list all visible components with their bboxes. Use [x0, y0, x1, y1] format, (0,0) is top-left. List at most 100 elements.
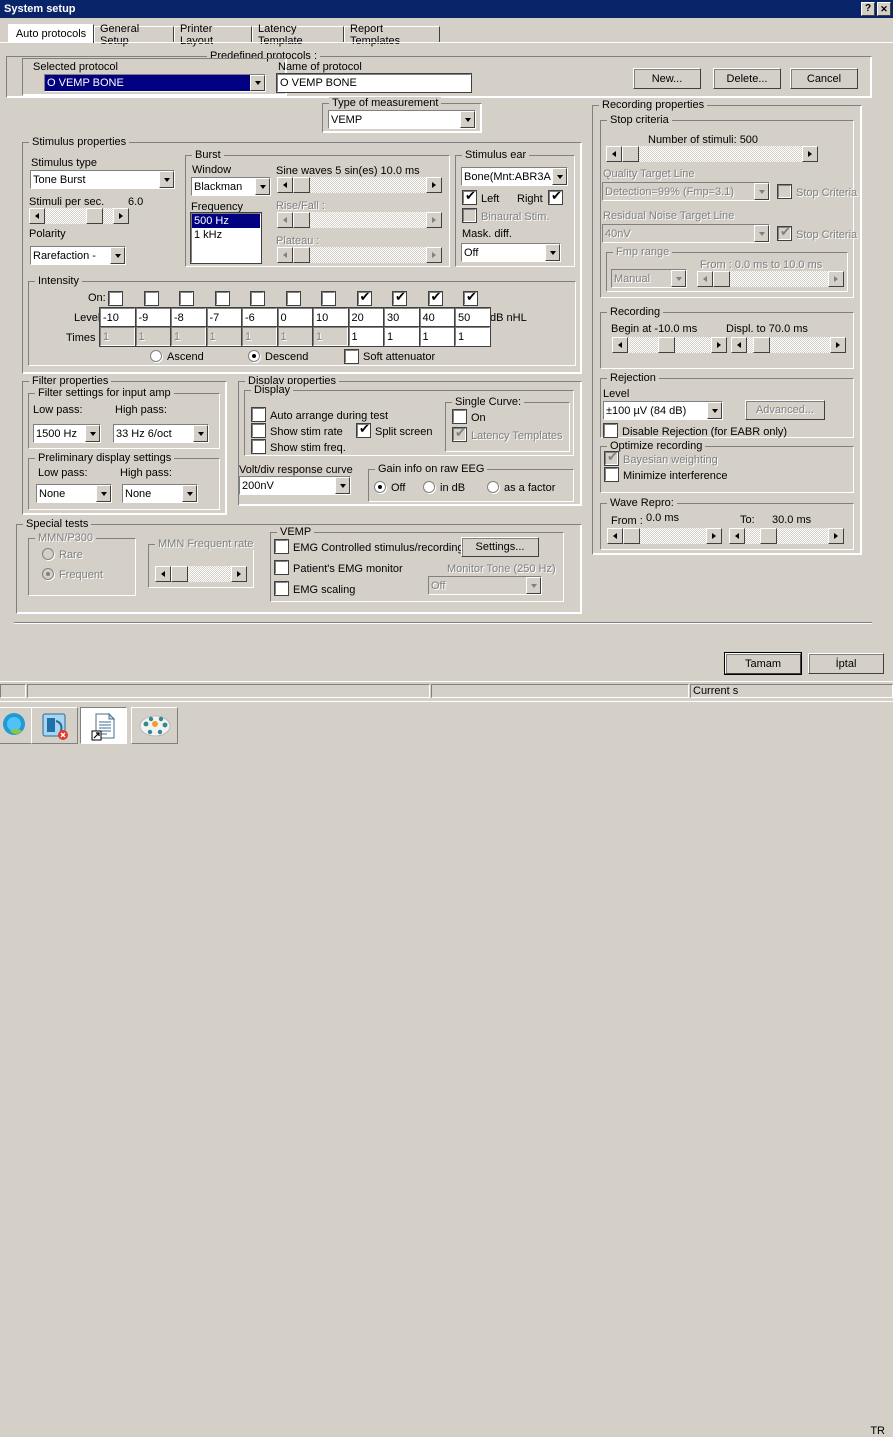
- descend-radio[interactable]: [248, 350, 260, 362]
- intensity-level-input[interactable]: 50: [454, 307, 491, 328]
- burst-window-combo[interactable]: Blackman: [191, 177, 271, 196]
- begin-at-slider[interactable]: [612, 337, 727, 353]
- cancel-button[interactable]: İptal: [808, 653, 884, 674]
- list-item[interactable]: 1 kHz: [192, 228, 260, 242]
- chevron-down-icon[interactable]: [707, 402, 722, 419]
- intensity-on-checkbox[interactable]: [108, 291, 123, 306]
- slider-thumb[interactable]: [86, 208, 103, 224]
- slider-thumb[interactable]: [760, 528, 777, 544]
- sine-waves-slider[interactable]: [277, 177, 442, 193]
- delete-protocol-button[interactable]: Delete...: [713, 68, 781, 89]
- split-screen-checkbox[interactable]: ✔: [356, 423, 371, 438]
- input-amp-high-pass-combo[interactable]: 33 Hz 6/oct: [113, 424, 209, 443]
- intensity-on-checkbox[interactable]: [250, 291, 265, 306]
- number-of-stimuli-slider[interactable]: [606, 146, 818, 162]
- slider-track[interactable]: [623, 528, 706, 544]
- polarity-combo[interactable]: Rarefaction -: [30, 246, 126, 265]
- intensity-on-checkbox[interactable]: ✔: [427, 291, 443, 306]
- help-button[interactable]: ?: [861, 2, 875, 16]
- tab-latency-template[interactable]: Latency Template: [252, 23, 344, 47]
- intensity-level-input[interactable]: 0: [276, 307, 314, 328]
- preliminary-low-pass-combo[interactable]: None: [36, 484, 112, 503]
- intensity-level-input[interactable]: -9: [134, 307, 172, 328]
- slider-track[interactable]: [747, 337, 830, 353]
- gain-indb-radio[interactable]: [423, 481, 435, 493]
- intensity-level-input[interactable]: 10: [312, 307, 349, 328]
- slider-thumb[interactable]: [658, 337, 675, 353]
- stimuli-per-sec-slider[interactable]: [29, 208, 129, 224]
- intensity-level-input[interactable]: 30: [383, 307, 420, 328]
- slider-track[interactable]: [45, 208, 113, 224]
- chevron-down-icon[interactable]: [182, 485, 197, 502]
- slider-track[interactable]: [745, 528, 828, 544]
- auto-arrange-checkbox[interactable]: [251, 407, 266, 422]
- chevron-down-icon[interactable]: [250, 75, 265, 91]
- intensity-level-input[interactable]: -10: [99, 307, 136, 328]
- transducer-combo[interactable]: Bone(Mnt:ABR3A: [461, 167, 568, 186]
- slider-right-arrow[interactable]: [706, 528, 722, 544]
- gain-off-radio[interactable]: [374, 481, 386, 493]
- slider-track[interactable]: [628, 337, 711, 353]
- slider-right-arrow[interactable]: [113, 208, 129, 224]
- intensity-times-input[interactable]: 1: [347, 326, 385, 347]
- tab-auto-protocols[interactable]: Auto protocols: [8, 24, 94, 43]
- slider-left-arrow[interactable]: [29, 208, 45, 224]
- tab-general-setup[interactable]: General Setup: [94, 23, 174, 47]
- intensity-on-checkbox[interactable]: [321, 291, 336, 306]
- chevron-down-icon[interactable]: [85, 425, 100, 442]
- show-stim-freq-checkbox[interactable]: [251, 439, 266, 454]
- intensity-on-checkbox[interactable]: [179, 291, 194, 306]
- slider-left-arrow[interactable]: [606, 146, 622, 162]
- intensity-level-input[interactable]: -7: [205, 307, 243, 328]
- intensity-level-input[interactable]: 40: [418, 307, 456, 328]
- slider-right-arrow[interactable]: [828, 528, 844, 544]
- slider-thumb[interactable]: [293, 177, 310, 193]
- tab-report-templates[interactable]: Report Templates: [344, 23, 440, 47]
- intensity-level-input[interactable]: 20: [347, 307, 385, 328]
- intensity-on-checkbox[interactable]: ✔: [356, 291, 372, 306]
- taskbar-item-network[interactable]: [131, 707, 178, 744]
- chevron-down-icon[interactable]: [545, 244, 560, 261]
- tray-language-indicator[interactable]: TR: [870, 1425, 885, 1437]
- soft-attenuator-checkbox[interactable]: [344, 349, 359, 364]
- intensity-level-input[interactable]: -8: [170, 307, 207, 328]
- emg-scaling-checkbox[interactable]: [274, 581, 289, 596]
- tab-printer-layout[interactable]: Printer Layout: [174, 23, 252, 47]
- slider-left-arrow[interactable]: [277, 177, 293, 193]
- intensity-times-input[interactable]: 1: [454, 326, 491, 347]
- chevron-down-icon[interactable]: [552, 168, 567, 185]
- wave-repro-from-slider[interactable]: [607, 528, 722, 544]
- close-icon[interactable]: ✕: [877, 2, 891, 16]
- gain-factor-radio[interactable]: [487, 481, 499, 493]
- stimulus-type-combo[interactable]: Tone Burst: [30, 170, 175, 189]
- slider-right-arrow[interactable]: [711, 337, 727, 353]
- volt-div-combo[interactable]: 200nV: [239, 476, 351, 495]
- intensity-on-checkbox[interactable]: ✔: [392, 291, 407, 306]
- intensity-on-checkbox[interactable]: ✔: [463, 291, 478, 306]
- chevron-down-icon[interactable]: [255, 178, 270, 195]
- single-curve-on-checkbox[interactable]: [452, 409, 467, 424]
- chevron-down-icon[interactable]: [335, 477, 350, 494]
- intensity-times-input[interactable]: 1: [418, 326, 456, 347]
- intensity-on-checkbox[interactable]: [214, 291, 230, 306]
- burst-frequency-list[interactable]: 500 Hz 1 kHz: [190, 212, 262, 264]
- intensity-on-checkbox[interactable]: [143, 291, 159, 306]
- ok-button[interactable]: Tamam: [724, 652, 802, 675]
- slider-thumb[interactable]: [753, 337, 770, 353]
- rejection-level-combo[interactable]: ±100 µV (84 dB): [603, 401, 723, 420]
- name-of-protocol-input[interactable]: O VEMP BONE: [276, 73, 472, 93]
- taskbar-item-outlook[interactable]: [31, 707, 78, 744]
- slider-right-arrow[interactable]: [426, 177, 442, 193]
- chevron-down-icon[interactable]: [110, 247, 125, 264]
- slider-right-arrow[interactable]: [830, 337, 846, 353]
- patient-emg-monitor-checkbox[interactable]: [274, 560, 289, 575]
- chevron-down-icon[interactable]: [159, 171, 174, 188]
- intensity-on-checkbox[interactable]: [285, 291, 301, 306]
- list-item[interactable]: 500 Hz: [192, 214, 260, 228]
- chevron-down-icon[interactable]: [96, 485, 111, 502]
- intensity-level-input[interactable]: -6: [241, 307, 278, 328]
- slider-right-arrow[interactable]: [802, 146, 818, 162]
- right-ear-checkbox[interactable]: ✔: [548, 190, 563, 205]
- input-amp-low-pass-combo[interactable]: 1500 Hz: [33, 424, 101, 443]
- slider-left-arrow[interactable]: [612, 337, 628, 353]
